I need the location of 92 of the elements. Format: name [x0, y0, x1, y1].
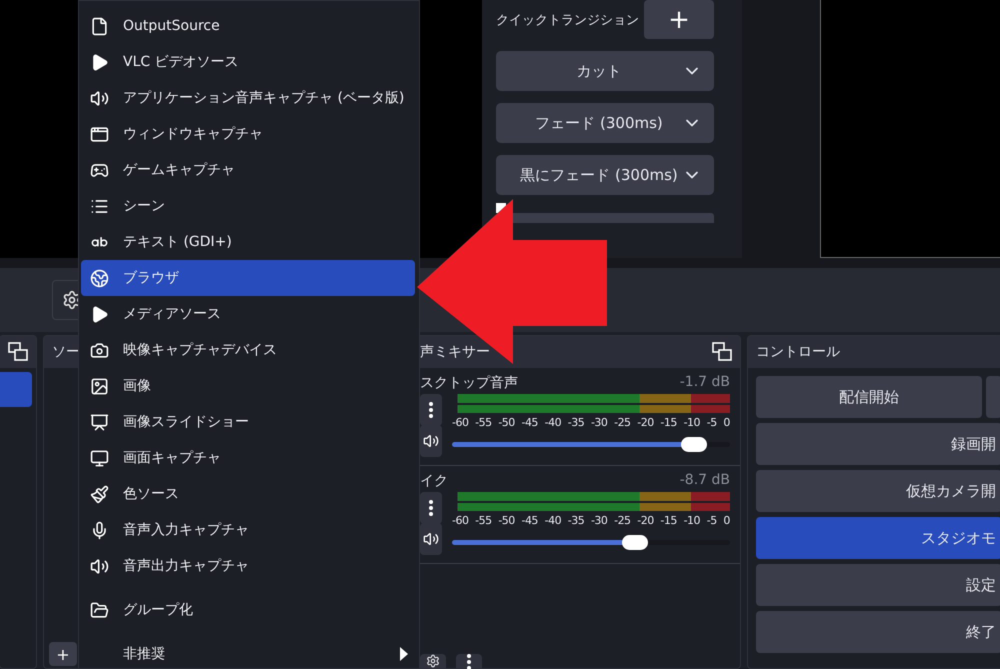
menu-item[interactable]: シーン	[81, 188, 415, 224]
add-button[interactable]: +	[644, 0, 714, 39]
menu-icon	[429, 402, 433, 418]
menu-item[interactable]: 映像キャプチャデバイス	[81, 332, 415, 368]
speaker-icon	[423, 531, 439, 547]
scale-label: -20	[637, 416, 654, 429]
speaker-icon	[423, 433, 439, 449]
menu-item[interactable]: アプリケーション音声キャプチャ (ベータ版)	[81, 80, 415, 116]
transition-dropdown[interactable]: フェード (300ms)	[496, 103, 714, 143]
scale-label: -10	[684, 416, 700, 429]
add-button[interactable]: +	[49, 642, 77, 666]
scale-label: -40	[544, 514, 562, 527]
scale-label: -30	[590, 416, 608, 429]
control-button[interactable]: 終了	[756, 611, 1000, 653]
control-button[interactable]: 録画開	[756, 423, 1000, 465]
menu-item[interactable]: ゲームキャプチャ	[81, 152, 415, 188]
scale-label: -25	[614, 416, 631, 429]
menu-item[interactable]: 音声入力キャプチャ	[81, 512, 415, 548]
menu-item[interactable]: 画像	[81, 368, 415, 404]
menu-button[interactable]	[420, 394, 442, 426]
globe-icon	[90, 268, 108, 288]
undock-icon[interactable]	[8, 342, 28, 362]
easel-icon	[90, 412, 108, 432]
mute-button[interactable]	[420, 523, 442, 555]
db-reading: -8.7 dB	[680, 472, 730, 490]
folder-icon	[90, 600, 108, 620]
file-icon	[90, 16, 108, 36]
scale-label: -50	[498, 514, 515, 527]
menu-icon	[429, 500, 433, 516]
channel-name: スクトップ音声	[420, 374, 518, 392]
mute-button[interactable]	[420, 425, 442, 457]
scale-label: -30	[590, 514, 608, 527]
monitor-icon	[90, 448, 108, 468]
menu-button[interactable]	[420, 492, 442, 524]
undock-icon[interactable]	[712, 342, 732, 362]
menu-item[interactable]: メディアソース	[81, 296, 415, 332]
menu-item[interactable]: グループ化	[81, 592, 415, 628]
transition-dropdown[interactable]: カット	[496, 51, 714, 91]
menu-item[interactable]: テキスト (GDI+)	[81, 224, 415, 260]
speaker-icon	[90, 88, 108, 108]
menu-item[interactable]: 非推奨	[81, 636, 415, 669]
slider-thumb[interactable]	[622, 535, 648, 550]
settings-button[interactable]	[420, 654, 446, 669]
control-button[interactable]: 設定	[756, 564, 1000, 606]
menu-item[interactable]: ウィンドウキャプチャ	[81, 116, 415, 152]
menu-item[interactable]: VLC ビデオソース	[81, 44, 415, 80]
dock-title: ソー	[52, 343, 80, 361]
scale-label: 0	[723, 416, 730, 429]
control-button[interactable]: 配信開始	[756, 376, 982, 418]
panel-title: クイックトランジション	[496, 12, 639, 28]
menu-item[interactable]: OutputSource	[81, 8, 415, 44]
menu-item[interactable]: 音声出力キャプチャ	[81, 548, 415, 584]
scale-label: -60	[452, 416, 468, 429]
transition-dropdown[interactable]: 黒にフェード (300ms)	[496, 155, 714, 195]
menu-item[interactable]: ブラウザ	[81, 260, 415, 296]
menu-icon	[467, 654, 471, 669]
scale-label: -45	[521, 416, 538, 429]
image-icon	[90, 376, 108, 396]
db-reading: -1.7 dB	[680, 374, 730, 392]
menu-item[interactable]: 画像スライドショー	[81, 404, 415, 440]
window-icon	[90, 124, 108, 144]
scale-label: -35	[568, 514, 584, 527]
scale-label: -55	[475, 416, 492, 429]
control-button[interactable]: スタジオモ	[756, 517, 1000, 559]
menu-item[interactable]: 色ソース	[81, 476, 415, 512]
camera-icon	[90, 340, 108, 360]
scale-label: -25	[614, 514, 631, 527]
dock-title: コントロール	[756, 343, 840, 361]
channel-name: イク	[420, 472, 448, 490]
volume-slider[interactable]	[452, 437, 730, 451]
volume-slider[interactable]	[452, 535, 730, 549]
scale-label: -40	[544, 416, 562, 429]
slider-thumb[interactable]	[680, 437, 707, 452]
control-button[interactable]: 仮想カメラ開	[756, 470, 1000, 512]
scale-label: -35	[568, 416, 584, 429]
settings-icon	[426, 654, 440, 668]
scale-label: -10	[684, 514, 700, 527]
paintbrush-icon	[90, 484, 108, 504]
scale-label: -50	[498, 416, 515, 429]
speaker-icon	[90, 556, 108, 576]
scale-label: -5	[706, 416, 717, 429]
scale-label: -55	[475, 514, 492, 527]
scale-label: -60	[452, 514, 468, 527]
scale-label: 0	[723, 514, 730, 527]
scale-label: -5	[706, 514, 717, 527]
menu-item[interactable]: 画面キャプチャ	[81, 440, 415, 476]
scale-label: -15	[660, 514, 677, 527]
scale-label: -45	[521, 514, 538, 527]
scale-label: -20	[637, 514, 654, 527]
dock-title: 声ミキサー	[420, 343, 490, 361]
scale-label: -15	[660, 416, 677, 429]
menu-button[interactable]	[456, 654, 482, 669]
